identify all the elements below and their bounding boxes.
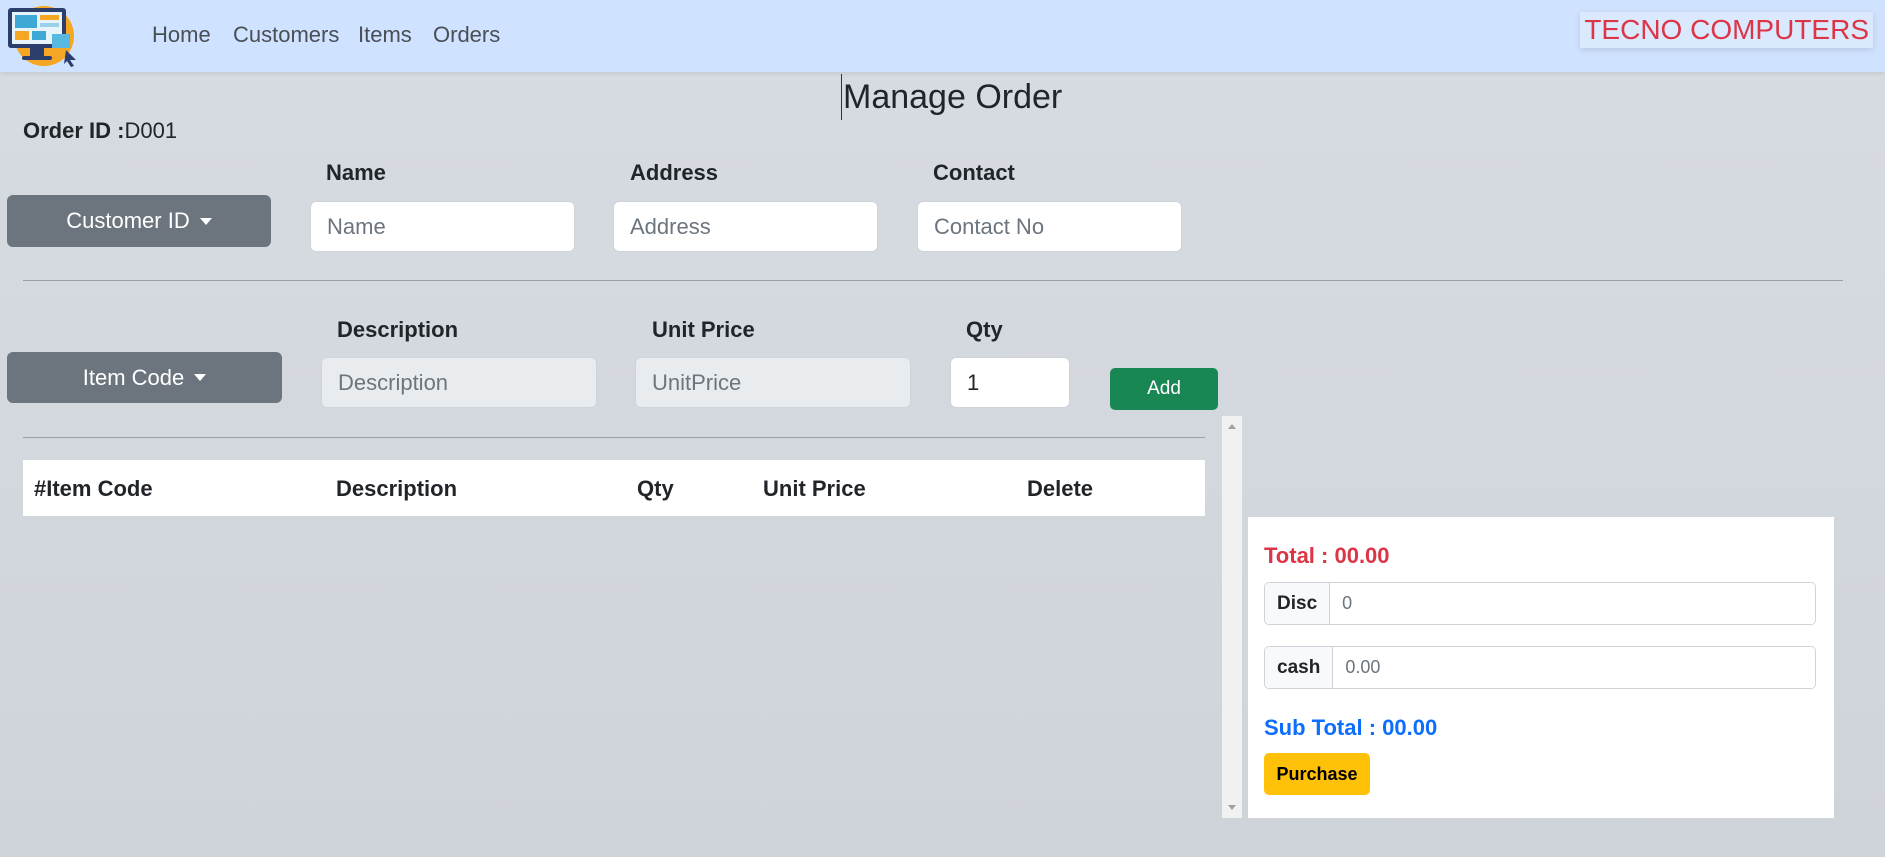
discount-label: Disc xyxy=(1265,583,1331,624)
scroll-up-icon[interactable] xyxy=(1228,424,1236,429)
subtotal-label: Sub Total : 00.00 xyxy=(1264,715,1438,740)
unit-price-input[interactable] xyxy=(635,357,911,408)
nav-items[interactable]: Items xyxy=(358,22,412,48)
cash-group: cash xyxy=(1264,646,1816,689)
navbar: Home Customers Items Orders TECNO COMPUT… xyxy=(0,0,1885,72)
description-input[interactable] xyxy=(321,357,597,408)
divider xyxy=(23,437,1205,438)
scroll-down-icon[interactable] xyxy=(1228,805,1236,810)
nav-orders[interactable]: Orders xyxy=(433,22,500,48)
order-id-label: Order ID : xyxy=(23,118,125,143)
item-code-dropdown[interactable]: Item Code xyxy=(7,352,282,403)
item-code-dropdown-label: Item Code xyxy=(82,364,185,390)
column-header-item-code: #Item Code xyxy=(34,476,153,501)
caret-down-icon xyxy=(194,374,207,381)
computer-monitor-logo-icon[interactable] xyxy=(4,0,76,70)
qty-label: Qty xyxy=(966,317,1003,342)
nav-home[interactable]: Home xyxy=(152,22,211,48)
name-label: Name xyxy=(326,160,386,185)
page-title: Manage Order xyxy=(841,74,1062,120)
brand-name: TECNO COMPUTERS xyxy=(1580,12,1873,48)
address-input[interactable] xyxy=(613,201,878,252)
cash-input[interactable] xyxy=(1333,647,1815,688)
contact-label: Contact xyxy=(933,160,1015,185)
column-header-unit-price: Unit Price xyxy=(763,476,866,501)
order-id: Order ID :D001 xyxy=(23,118,177,144)
column-header-description: Description xyxy=(336,476,458,501)
add-button[interactable]: Add xyxy=(1110,368,1218,410)
qty-input[interactable] xyxy=(950,357,1070,408)
order-summary-panel: Total : 00.00 Disc cash Sub Total : 00.0… xyxy=(1248,517,1834,818)
cash-label: cash xyxy=(1265,647,1334,688)
customer-id-dropdown-label: Customer ID xyxy=(66,208,190,233)
column-header-delete: Delete xyxy=(1027,476,1094,501)
column-header-qty: Qty xyxy=(637,476,674,501)
discount-input[interactable] xyxy=(1330,583,1815,624)
customer-id-dropdown[interactable]: Customer ID xyxy=(7,195,271,247)
contact-input[interactable] xyxy=(917,201,1182,252)
purchase-button[interactable]: Purchase xyxy=(1264,753,1370,795)
nav-customers[interactable]: Customers xyxy=(233,22,339,48)
discount-group: Disc xyxy=(1264,582,1816,625)
divider xyxy=(23,280,1843,281)
address-label: Address xyxy=(630,160,719,185)
order-id-value: D001 xyxy=(124,118,178,143)
caret-down-icon xyxy=(199,217,212,225)
name-input[interactable] xyxy=(310,201,575,252)
scrollbar[interactable] xyxy=(1222,416,1242,818)
table-header: #Item Code Description Qty Unit Price De… xyxy=(23,460,1205,516)
description-label: Description xyxy=(337,317,459,342)
total-label: Total : 00.00 xyxy=(1264,543,1390,568)
unit-price-label: Unit Price xyxy=(652,317,755,342)
